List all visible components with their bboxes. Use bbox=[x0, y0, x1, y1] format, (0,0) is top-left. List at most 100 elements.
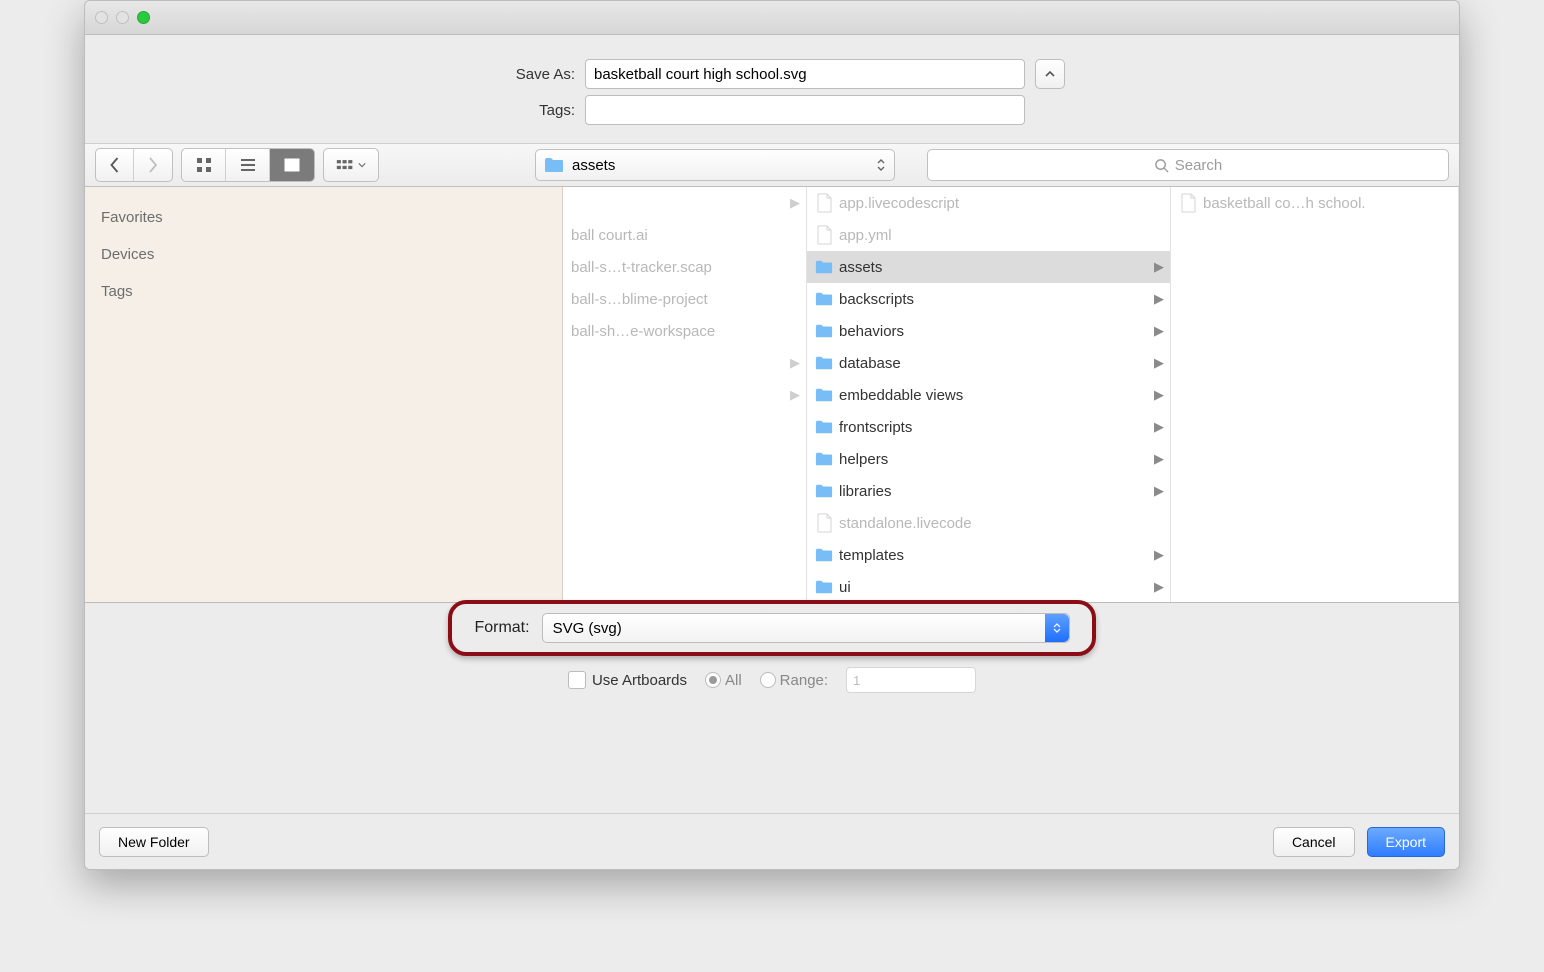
list-item[interactable]: helpers▶ bbox=[807, 443, 1170, 475]
zoom-window-button[interactable] bbox=[137, 11, 150, 24]
chevron-right-icon: ▶ bbox=[790, 355, 800, 371]
artboards-range-label: Range: bbox=[780, 672, 828, 689]
list-item[interactable]: app.yml bbox=[807, 219, 1170, 251]
folder-icon bbox=[815, 289, 833, 309]
folder-icon bbox=[815, 321, 833, 341]
document-icon bbox=[815, 513, 833, 533]
use-artboards-label: Use Artboards bbox=[592, 672, 687, 689]
chevron-right-icon: ▶ bbox=[1154, 355, 1164, 371]
format-select[interactable]: SVG (svg) bbox=[542, 613, 1070, 643]
list-item[interactable]: ▶ bbox=[563, 347, 806, 379]
chevron-up-icon bbox=[1044, 68, 1056, 80]
dialog-footer: New Folder Cancel Export bbox=[85, 813, 1459, 869]
document-icon bbox=[815, 225, 833, 245]
list-item[interactable]: templates▶ bbox=[807, 539, 1170, 571]
folder-icon bbox=[815, 481, 833, 501]
list-item[interactable]: ball-sh…e-workspace bbox=[563, 315, 806, 347]
chevron-left-icon bbox=[106, 156, 123, 174]
minimize-window-button[interactable] bbox=[116, 11, 129, 24]
save-dialog: Save As: Tags: bbox=[84, 0, 1460, 870]
chevron-right-icon: ▶ bbox=[790, 195, 800, 211]
view-mode-group bbox=[181, 148, 315, 182]
save-as-label: Save As: bbox=[479, 66, 575, 83]
list-item[interactable]: frontscripts▶ bbox=[807, 411, 1170, 443]
list-item[interactable]: database▶ bbox=[807, 347, 1170, 379]
list-item[interactable]: app.livecodescript bbox=[807, 187, 1170, 219]
list-item[interactable]: ball-s…blime-project bbox=[563, 283, 806, 315]
search-input[interactable]: Search bbox=[927, 149, 1449, 181]
chevron-right-icon: ▶ bbox=[1154, 483, 1164, 499]
current-folder-name: assets bbox=[572, 157, 615, 174]
list-item[interactable]: basketball co…h school. bbox=[1171, 187, 1458, 219]
expand-toggle-button[interactable] bbox=[1035, 59, 1065, 89]
folder-icon bbox=[815, 257, 833, 277]
artboards-all-label: All bbox=[725, 672, 742, 689]
artboards-range-radio[interactable] bbox=[760, 672, 776, 688]
list-item[interactable]: ball-s…t-tracker.scap bbox=[563, 251, 806, 283]
cancel-button[interactable]: Cancel bbox=[1273, 827, 1355, 857]
icon-view-button[interactable] bbox=[182, 149, 226, 181]
export-button[interactable]: Export bbox=[1367, 827, 1445, 857]
folder-icon bbox=[815, 577, 833, 597]
folder-icon bbox=[815, 385, 833, 405]
browser-sidebar: Favorites Devices Tags bbox=[85, 187, 563, 602]
list-item[interactable]: backscripts▶ bbox=[807, 283, 1170, 315]
column-1: ▶ball court.aiball-s…t-tracker.scapball-… bbox=[563, 187, 807, 602]
use-artboards-checkbox[interactable] bbox=[568, 671, 586, 689]
document-icon bbox=[1179, 193, 1197, 213]
list-item[interactable]: ball court.ai bbox=[563, 219, 806, 251]
columns-icon bbox=[283, 156, 301, 174]
sidebar-tags-header: Tags bbox=[101, 283, 548, 300]
chevron-right-icon: ▶ bbox=[1154, 259, 1164, 275]
grid-icon bbox=[195, 156, 213, 174]
format-panel: Format: SVG (svg) Use Artboards All Rang… bbox=[85, 603, 1459, 699]
chevron-right-icon: ▶ bbox=[1154, 451, 1164, 467]
list-view-button[interactable] bbox=[226, 149, 270, 181]
list-item[interactable]: standalone.livecode bbox=[807, 507, 1170, 539]
chevron-right-icon: ▶ bbox=[1154, 387, 1164, 403]
tags-label: Tags: bbox=[479, 102, 575, 119]
tags-input[interactable] bbox=[585, 95, 1025, 125]
chevron-right-icon: ▶ bbox=[1154, 547, 1164, 563]
browser-toolbar: assets Search bbox=[85, 143, 1459, 187]
chevron-right-icon: ▶ bbox=[1154, 419, 1164, 435]
artboards-all-radio[interactable] bbox=[705, 672, 721, 688]
list-icon bbox=[239, 156, 257, 174]
list-item[interactable]: libraries▶ bbox=[807, 475, 1170, 507]
chevron-right-icon: ▶ bbox=[790, 387, 800, 403]
document-icon bbox=[815, 193, 833, 213]
current-folder-popup[interactable]: assets bbox=[535, 149, 895, 181]
folder-icon bbox=[815, 417, 833, 437]
list-item[interactable]: embeddable views▶ bbox=[807, 379, 1170, 411]
nav-back-forward bbox=[95, 148, 173, 182]
list-item[interactable]: assets▶ bbox=[807, 251, 1170, 283]
save-as-input[interactable] bbox=[585, 59, 1025, 89]
list-item[interactable]: ▶ bbox=[563, 379, 806, 411]
chevron-right-icon: ▶ bbox=[1154, 579, 1164, 595]
chevron-right-icon: ▶ bbox=[1154, 291, 1164, 307]
artboards-range-input[interactable] bbox=[846, 667, 976, 693]
folder-icon bbox=[815, 545, 833, 565]
column-2: app.livecodescriptapp.ymlassets▶backscri… bbox=[807, 187, 1171, 602]
chevron-right-icon bbox=[144, 156, 162, 174]
select-stepper-icon bbox=[1045, 614, 1069, 642]
column-view-button[interactable] bbox=[270, 149, 314, 181]
column-3: basketball co…h school. bbox=[1171, 187, 1459, 602]
format-value: SVG (svg) bbox=[553, 620, 622, 637]
list-item[interactable]: behaviors▶ bbox=[807, 315, 1170, 347]
sidebar-favorites-header: Favorites bbox=[101, 209, 548, 226]
close-window-button[interactable] bbox=[95, 11, 108, 24]
folder-icon bbox=[544, 157, 564, 173]
chevron-right-icon: ▶ bbox=[1154, 323, 1164, 339]
back-button[interactable] bbox=[96, 149, 134, 181]
list-item[interactable]: ui▶ bbox=[807, 571, 1170, 602]
folder-icon bbox=[815, 449, 833, 469]
forward-button[interactable] bbox=[134, 149, 172, 181]
list-item[interactable]: ▶ bbox=[563, 187, 806, 219]
search-icon bbox=[1154, 158, 1169, 173]
new-folder-button[interactable]: New Folder bbox=[99, 827, 209, 857]
group-menu[interactable] bbox=[323, 148, 379, 182]
sidebar-devices-header: Devices bbox=[101, 246, 548, 263]
chevron-down-icon bbox=[358, 156, 366, 174]
save-form: Save As: Tags: bbox=[85, 35, 1459, 143]
